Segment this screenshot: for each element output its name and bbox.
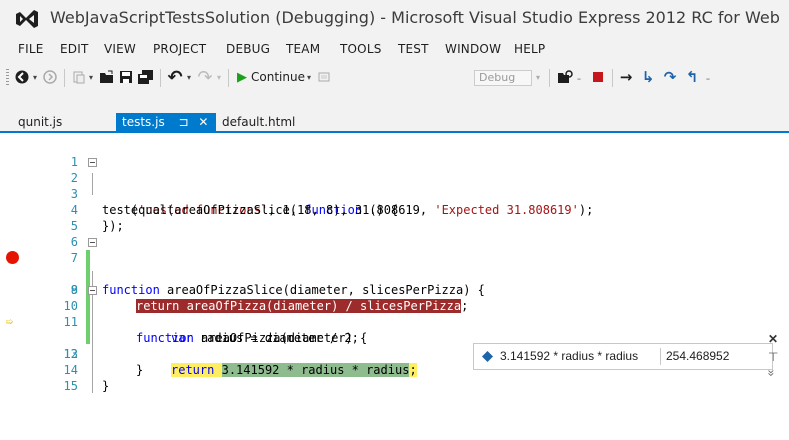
tab-qunit-js[interactable]: qunit.js (18, 113, 62, 132)
save-all-icon[interactable] (137, 68, 155, 86)
code-line: 4 }); (0, 186, 789, 233)
code-line: 9 (0, 266, 789, 297)
navigate-forward-icon[interactable] (42, 68, 58, 86)
toolbar-separator (612, 69, 613, 87)
toolbar-overflow-icon[interactable]: ₌ (575, 68, 583, 86)
open-file-icon[interactable] (98, 68, 116, 86)
toolbar-separator (64, 69, 65, 87)
document-tab-bar: qunit.js tests.js ⊐ ✕ default.html (0, 110, 789, 132)
toolbar-separator (228, 69, 229, 87)
new-dropdown-icon[interactable]: ▾ (87, 68, 95, 86)
undo-icon[interactable]: ↶ (166, 67, 184, 88)
menu-window[interactable]: WINDOW (445, 42, 501, 56)
menu-view[interactable]: VIEW (104, 42, 136, 56)
data-tip-value[interactable]: 254.468952 (666, 349, 729, 363)
window-title: WebJavaScriptTestsSolution (Debugging) -… (50, 8, 780, 27)
back-dropdown-icon[interactable]: ▾ (31, 68, 39, 86)
close-data-tip-icon[interactable]: ✕ (768, 332, 778, 346)
tab-default-html[interactable]: default.html (222, 113, 295, 132)
debug-target-icon[interactable] (316, 68, 332, 86)
line-number: 15 (63, 379, 78, 393)
menu-help[interactable]: HELP (514, 42, 545, 56)
current-statement-arrow-icon: ➯ (6, 315, 14, 329)
toolbar-grip[interactable] (6, 69, 9, 87)
toolbar-separator (549, 69, 550, 87)
data-tip-divider (660, 348, 661, 365)
menu-tools[interactable]: TOOLS (340, 42, 382, 56)
standard-toolbar: ▾ ▾ ↶ ▾ ↷ ▾ ▶ Continue ▾ Debug ▾ ₌ → ↳ ↷… (0, 62, 789, 92)
data-tip-expression: 3.141592 * radius * radius (500, 349, 639, 363)
continue-dropdown-icon[interactable]: ▾ (305, 68, 313, 86)
close-tab-icon[interactable]: ✕ (198, 115, 208, 129)
solution-configuration-select[interactable]: Debug (474, 70, 532, 86)
new-project-icon[interactable] (70, 68, 86, 86)
collapse-region-icon[interactable] (88, 238, 97, 247)
title-bar: WebJavaScriptTestsSolution (Debugging) -… (0, 0, 789, 38)
breakpoint-icon[interactable] (6, 251, 19, 264)
step-out-icon[interactable]: ↰ (684, 68, 700, 86)
stop-debugging-icon[interactable] (590, 68, 606, 86)
pin-tab-icon[interactable]: ⊐ (179, 115, 189, 129)
menu-project[interactable]: PROJECT (153, 42, 206, 56)
code-token: } (102, 379, 110, 393)
code-line: 2 test('nested functions', 1, function (… (0, 154, 789, 217)
menu-test[interactable]: TEST (398, 42, 429, 56)
menu-debug[interactable]: DEBUG (226, 42, 270, 56)
code-editor[interactable]: 1 2 test('nested functions', 1, function… (0, 133, 789, 440)
expression-icon (482, 351, 493, 362)
menu-bar: FILE EDIT VIEW PROJECT DEBUG TEAM TOOLS … (0, 38, 789, 62)
code-line-breakpoint: 8 return areaOfPizza(diameter) / slicesP… (0, 250, 789, 313)
find-in-files-icon[interactable] (556, 68, 574, 86)
collapse-region-icon[interactable] (88, 286, 97, 295)
collapse-region-icon[interactable] (88, 158, 97, 167)
menu-team[interactable]: TEAM (286, 42, 320, 56)
undo-dropdown-icon[interactable]: ▾ (185, 68, 193, 86)
redo-icon[interactable]: ↷ (196, 67, 214, 88)
expand-data-tip-icon[interactable]: » (764, 370, 778, 377)
pin-data-tip-icon[interactable]: ⊤ (768, 350, 778, 364)
toolbar-overflow-icon[interactable]: ₌ (704, 68, 712, 86)
code-line: 7 function areaOfPizzaSlice(diameter, sl… (0, 234, 789, 297)
code-line: 11 var radius = diameter / 2; (0, 298, 789, 345)
config-dropdown-icon[interactable]: ▾ (533, 68, 543, 86)
redo-dropdown-icon[interactable]: ▾ (215, 68, 223, 86)
menu-edit[interactable]: EDIT (60, 42, 89, 56)
continue-icon[interactable]: ▶ (236, 68, 248, 86)
tab-tests-js[interactable]: tests.js ⊐ ✕ (116, 113, 217, 132)
code-line: 3 equal(areaOfPizzaSlice(18, 8), 31.8086… (0, 170, 789, 217)
navigate-back-icon[interactable] (14, 68, 30, 86)
tab-label: tests.js (122, 115, 165, 129)
step-into-icon[interactable]: ↳ (640, 68, 656, 86)
save-icon[interactable] (118, 68, 134, 86)
menu-file[interactable]: FILE (18, 42, 44, 56)
data-tip[interactable]: 3.141592 * radius * radius 254.468952 (473, 343, 773, 370)
continue-button[interactable]: Continue (251, 70, 305, 84)
code-line: 6 (0, 218, 789, 249)
code-line: 5 (0, 202, 789, 233)
show-next-statement-icon[interactable]: → (618, 68, 634, 86)
code-line: 1 (0, 138, 789, 169)
visual-studio-logo-icon (16, 10, 38, 28)
code-line-current-statement: ➯ 12 return 3.141592 * radius * radius; (0, 314, 789, 377)
step-over-icon[interactable]: ↷ (662, 68, 678, 86)
code-line: 10 function areaOfPizza(diameter) { (0, 282, 789, 345)
toolbar-separator (160, 69, 161, 87)
